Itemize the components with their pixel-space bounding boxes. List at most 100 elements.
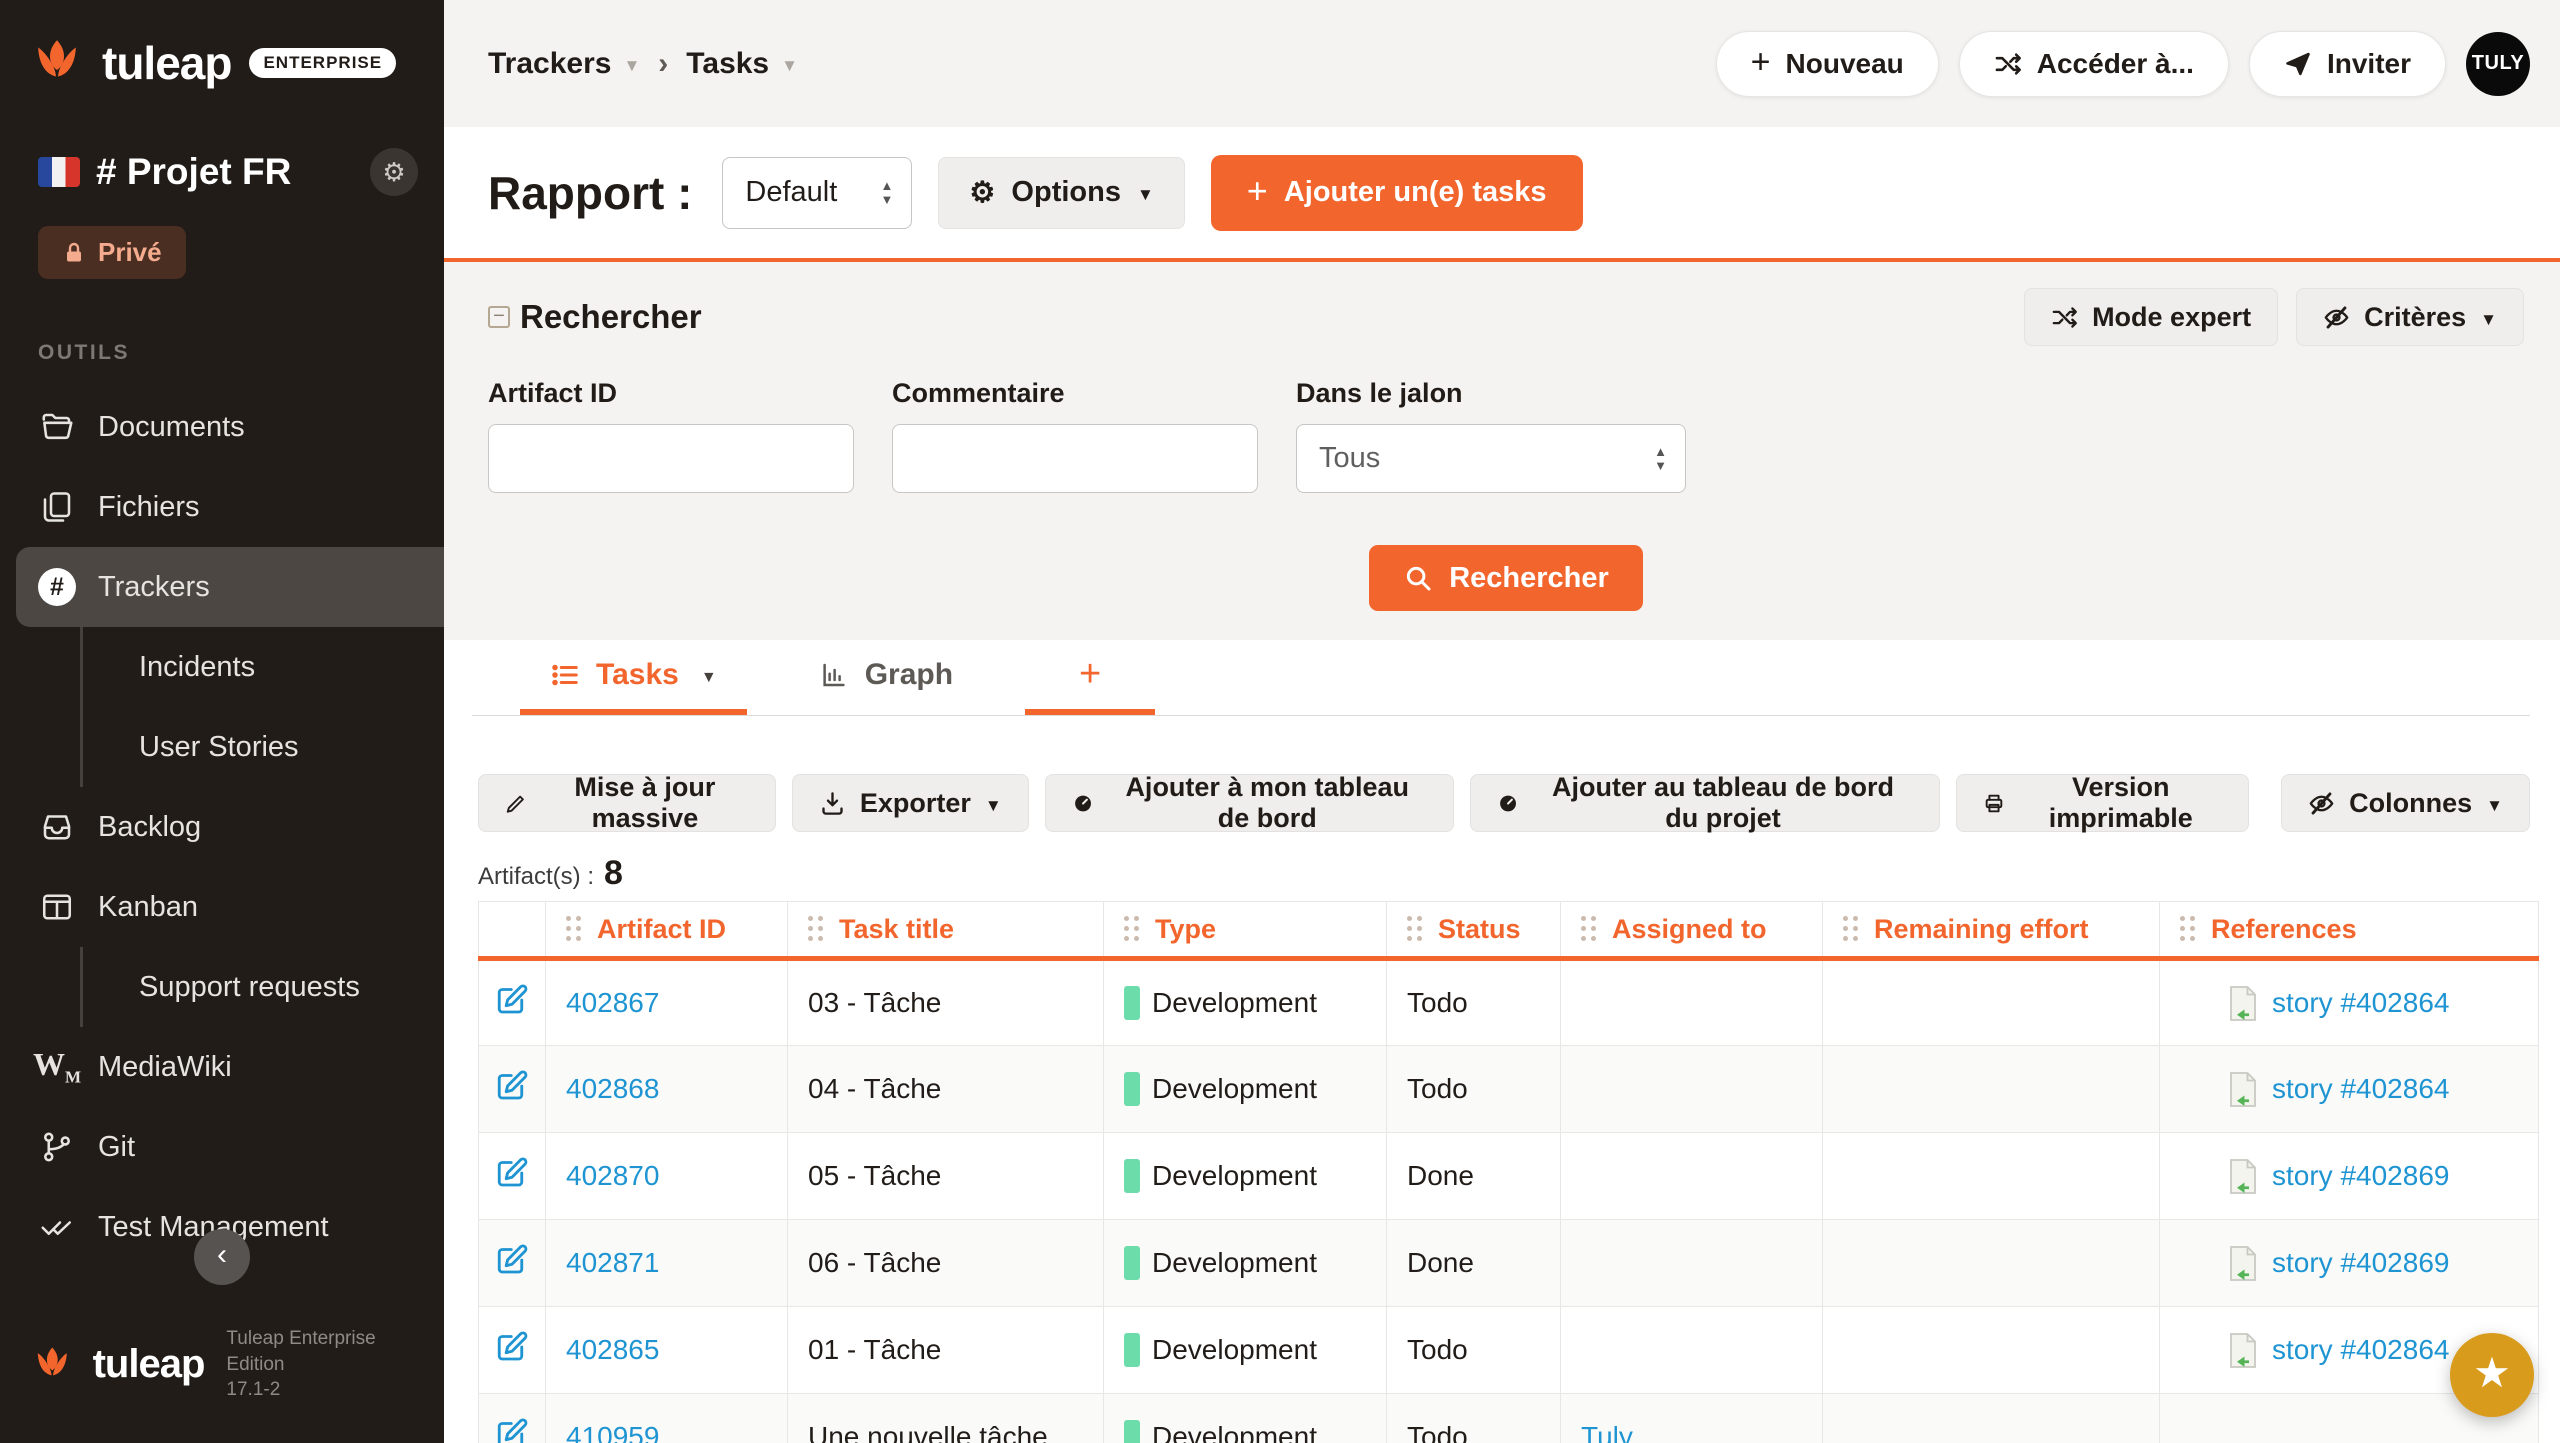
printable-version-button[interactable]: Version imprimable: [1956, 774, 2249, 832]
sidebar-item-kanban[interactable]: Kanban: [0, 867, 444, 947]
comment-label: Commentaire: [892, 378, 1258, 409]
expert-mode-button[interactable]: Mode expert: [2024, 288, 2278, 346]
task-title-cell: 03 - Tâche: [788, 959, 1104, 1046]
new-button[interactable]: + Nouveau: [1716, 31, 1939, 97]
criteria-button[interactable]: Critères ▼: [2296, 288, 2524, 346]
select-arrows-icon: ▲▼: [881, 179, 894, 206]
edit-artifact-icon[interactable]: [494, 1329, 530, 1365]
download-icon: [819, 790, 846, 817]
add-task-button[interactable]: + Ajouter un(e) tasks: [1211, 155, 1583, 231]
sidebar-item-support-requests[interactable]: Support requests: [83, 947, 444, 1027]
breadcrumb-trackers[interactable]: Trackers▼: [488, 47, 640, 81]
milestone-select[interactable]: Tous ▲▼: [1296, 424, 1686, 493]
column-header-assigned-to[interactable]: Assigned to: [1561, 902, 1823, 959]
breadcrumb-tasks[interactable]: Tasks▼: [686, 47, 798, 81]
invite-button[interactable]: Inviter: [2249, 31, 2446, 97]
status-cell: Todo: [1387, 1046, 1561, 1133]
comment-input[interactable]: [892, 424, 1258, 493]
drag-handle-icon[interactable]: [566, 916, 583, 943]
sidebar-item-fichiers[interactable]: Fichiers: [0, 467, 444, 547]
edit-artifact-icon[interactable]: [494, 1242, 530, 1278]
mass-update-button[interactable]: Mise à jour massive: [478, 774, 776, 832]
drag-handle-icon[interactable]: [1581, 916, 1598, 943]
task-title-cell: 05 - Tâche: [788, 1133, 1104, 1220]
add-tab-button[interactable]: +: [1025, 640, 1155, 715]
column-header-remaining-effort[interactable]: Remaining effort: [1823, 902, 2160, 959]
project-settings-button[interactable]: ⚙: [370, 148, 418, 196]
edit-artifact-icon[interactable]: [494, 1416, 530, 1443]
artifact-id-link[interactable]: 402867: [566, 987, 659, 1018]
add-to-my-dashboard-button[interactable]: Ajouter à mon tableau de bord: [1045, 774, 1454, 832]
reference: story #402869: [2180, 1245, 2538, 1282]
task-title-cell: 06 - Tâche: [788, 1220, 1104, 1307]
user-avatar[interactable]: TULY: [2466, 32, 2530, 96]
task-title-cell: Une nouvelle tâche: [788, 1394, 1104, 1443]
sidebar-item-documents[interactable]: Documents: [0, 387, 444, 467]
tab-tasks[interactable]: Tasks ▼: [520, 640, 747, 715]
story-reference-link[interactable]: story #402869: [2272, 1160, 2449, 1192]
story-reference-link[interactable]: story #402864: [2272, 1334, 2449, 1366]
type-label: Development: [1152, 1160, 1317, 1192]
column-header-type[interactable]: Type: [1104, 902, 1387, 959]
go-to-button[interactable]: Accéder à...: [1959, 31, 2229, 97]
tab-graph[interactable]: Graph: [789, 640, 983, 715]
mediawiki-icon: WM: [36, 1046, 78, 1088]
drag-handle-icon[interactable]: [1124, 916, 1141, 943]
add-to-project-dashboard-button[interactable]: Ajouter au tableau de bord du projet: [1470, 774, 1941, 832]
report-select[interactable]: Default ▲▼: [722, 157, 912, 229]
shuffle-icon: [1994, 50, 2022, 78]
sidebar-collapse-button[interactable]: ‹: [194, 1229, 250, 1285]
remaining-effort-cell: [1823, 1220, 2160, 1307]
topbar-actions: + Nouveau Accéder à... Inviter TULY: [1716, 31, 2530, 97]
sidebar-item-git[interactable]: Git: [0, 1107, 444, 1187]
dashboard-icon: [1072, 790, 1094, 817]
sidebar-item-user-stories[interactable]: User Stories: [83, 707, 444, 787]
project-name[interactable]: # Projet FR: [96, 151, 354, 193]
tuleap-logo[interactable]: tuleap ENTERPRISE: [0, 0, 444, 92]
artifact-id-link[interactable]: 402865: [566, 1334, 659, 1365]
status-cell: Done: [1387, 1133, 1561, 1220]
artifact-id-input[interactable]: [488, 424, 854, 493]
folder-icon: [36, 406, 78, 448]
drag-handle-icon[interactable]: [1843, 916, 1860, 943]
artifact-id-link[interactable]: 402868: [566, 1073, 659, 1104]
table-header-row: Artifact ID Task title Type Status Assig…: [479, 902, 2539, 959]
columns-button[interactable]: Colonnes ▼: [2281, 774, 2530, 832]
column-header-artifact-id[interactable]: Artifact ID: [546, 902, 788, 959]
report-options-button[interactable]: ⚙ Options ▼: [938, 157, 1184, 229]
project-header: # Projet FR ⚙: [0, 92, 444, 196]
column-header-status[interactable]: Status: [1387, 902, 1561, 959]
artifact-id-link[interactable]: 402871: [566, 1247, 659, 1278]
story-reference-link[interactable]: story #402864: [2272, 1073, 2449, 1105]
artifact-count: Artifact(s) : 8: [478, 854, 2530, 893]
document-arrow-icon: [2228, 985, 2258, 1022]
artifact-id-link[interactable]: 402870: [566, 1160, 659, 1191]
feedback-star-button[interactable]: ★: [2450, 1333, 2534, 1417]
table-row: 402865 01 - Tâche Development Todo story…: [479, 1307, 2539, 1394]
trackers-subnav: Incidents User Stories: [80, 627, 444, 787]
story-reference-link[interactable]: story #402869: [2272, 1247, 2449, 1279]
column-header-references[interactable]: References: [2160, 902, 2539, 959]
story-reference-link[interactable]: story #402864: [2272, 987, 2449, 1019]
milestone-label: Dans le jalon: [1296, 378, 1686, 409]
collapse-search-icon[interactable]: −: [488, 306, 510, 328]
drag-handle-icon[interactable]: [2180, 916, 2197, 943]
edit-artifact-icon[interactable]: [494, 1155, 530, 1191]
drag-handle-icon[interactable]: [1407, 916, 1424, 943]
search-submit-button[interactable]: Rechercher: [1369, 545, 1643, 611]
assigned-to-link[interactable]: Tuly: [1581, 1421, 1633, 1443]
artifact-id-link[interactable]: 410959: [566, 1421, 659, 1443]
shuffle-icon: [2051, 304, 2078, 331]
column-header-task-title[interactable]: Task title: [788, 902, 1104, 959]
sidebar-item-trackers[interactable]: # Trackers: [16, 547, 444, 627]
table-row: 410959 Une nouvelle tâche Development To…: [479, 1394, 2539, 1443]
sidebar-footer: tuleap Tuleap Enterprise Edition 17.1-2: [0, 1326, 444, 1443]
edit-artifact-icon[interactable]: [494, 982, 530, 1018]
export-button[interactable]: Exporter ▼: [792, 774, 1029, 832]
sidebar-item-incidents[interactable]: Incidents: [83, 627, 444, 707]
sidebar-item-backlog[interactable]: Backlog: [0, 787, 444, 867]
edit-artifact-icon[interactable]: [494, 1068, 530, 1104]
drag-handle-icon[interactable]: [808, 916, 825, 943]
type-color-swatch: [1124, 1246, 1140, 1280]
sidebar-item-mediawiki[interactable]: WM MediaWiki: [0, 1027, 444, 1107]
